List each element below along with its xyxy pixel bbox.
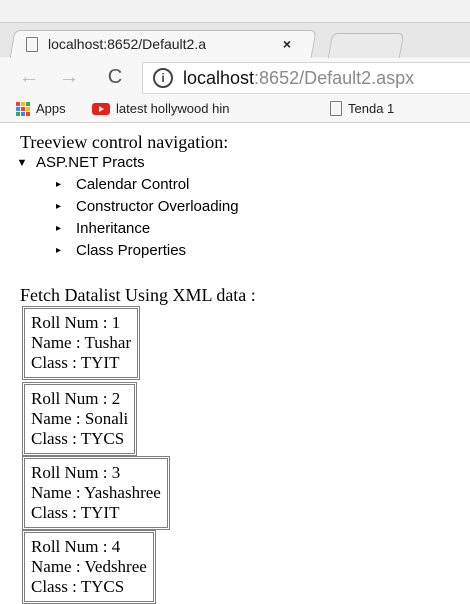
tree-item-label: Calendar Control (76, 176, 190, 193)
apps-grid-icon (16, 101, 30, 116)
tree-root-label: ASP.NET Practs (36, 154, 145, 171)
tree-item-class-properties[interactable]: ▸ Class Properties (56, 242, 186, 259)
bookmark-youtube[interactable]: latest hollywood hin (92, 101, 229, 116)
student-name: Name : Vedshree (31, 557, 147, 576)
bookmark-youtube-label: latest hollywood hin (116, 101, 230, 116)
tree-item-label: Constructor Overloading (76, 198, 239, 215)
tree-root[interactable]: ▼ ASP.NET Practs (16, 154, 145, 171)
student-roll: Roll Num : 1 (31, 313, 121, 332)
datalist-heading: Fetch Datalist Using XML data : (20, 285, 256, 305)
caret-right-icon[interactable]: ▸ (56, 223, 66, 234)
student-name: Name : Sonali (31, 409, 129, 428)
new-tab-placeholder[interactable] (327, 33, 405, 58)
tree-item-calendar[interactable]: ▸ Calendar Control (56, 176, 189, 193)
student-roll: Roll Num : 3 (31, 463, 121, 482)
student-class: Class : TYIT (31, 353, 120, 372)
treeview-heading: Treeview control navigation: (20, 132, 229, 152)
reload-icon[interactable]: C (102, 66, 128, 88)
address-bar[interactable]: i localhost:8652/Default2.aspx (142, 62, 470, 94)
bookmark-apps[interactable]: Apps (16, 101, 66, 116)
caret-down-icon[interactable]: ▼ (16, 157, 28, 169)
student-card-4: Roll Num : 4 Name : Vedshree Class : TYC… (22, 530, 156, 604)
student-class: Class : TYCS (31, 577, 125, 596)
address-rest: :8652/Default2.aspx (254, 67, 415, 88)
tree-item-constructor[interactable]: ▸ Constructor Overloading (56, 198, 239, 215)
caret-right-icon[interactable]: ▸ (56, 179, 66, 190)
youtube-icon (92, 102, 110, 115)
bookmark-tenda[interactable]: Tenda 1 (330, 101, 394, 116)
student-card-3: Roll Num : 3 Name : Yashashree Class : T… (22, 456, 170, 530)
page-icon (330, 101, 342, 116)
bookmark-tenda-label: Tenda 1 (348, 101, 395, 116)
tree-item-label: Inheritance (76, 220, 151, 237)
caret-right-icon[interactable]: ▸ (56, 201, 66, 212)
arrow-right-icon[interactable]: → (58, 66, 80, 88)
tree-item-inheritance[interactable]: ▸ Inheritance (56, 220, 150, 237)
tab-page-icon (26, 36, 38, 52)
student-card-2: Roll Num : 2 Name : Sonali Class : TYCS (22, 382, 138, 456)
student-card-1: Roll Num : 1 Name : Tushar Class : TYIT (22, 306, 141, 380)
tab-content[interactable]: localhost:8652/Default2.a × (26, 32, 316, 56)
info-icon[interactable]: i (153, 68, 173, 88)
tab-close-icon[interactable]: × (278, 36, 296, 52)
student-class: Class : TYCS (31, 429, 125, 448)
address-url: localhost:8652/Default2.aspx (183, 68, 414, 89)
bookmark-apps-label: Apps (36, 101, 66, 116)
tree-item-label: Class Properties (76, 242, 187, 259)
student-name: Name : Yashashree (31, 483, 161, 502)
student-name: Name : Tushar (31, 333, 132, 352)
address-host: localhost (183, 67, 255, 88)
student-class: Class : TYIT (31, 503, 120, 522)
tab-title: localhost:8652/Default2.a (48, 36, 206, 52)
caret-right-icon[interactable]: ▸ (56, 245, 66, 256)
student-roll: Roll Num : 2 (31, 389, 121, 408)
arrow-left-icon[interactable]: ← (18, 66, 40, 88)
student-roll: Roll Num : 4 (31, 537, 121, 556)
bookmarks-bar (0, 94, 470, 123)
